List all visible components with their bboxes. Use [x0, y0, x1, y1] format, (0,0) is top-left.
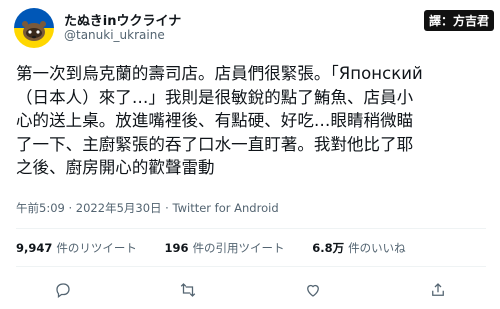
display-name[interactable]: たぬきinウクライナ — [64, 10, 181, 29]
tweet-line: 之後、廚房開心的歡聲雷動 — [16, 158, 215, 177]
tweet-line: 了一下、主廚緊張的吞了口水一直盯著。我對他比了耶 — [16, 134, 414, 154]
retweet-icon — [180, 283, 195, 297]
tweet-date[interactable]: 2022年5月30日 — [76, 201, 162, 215]
avatar[interactable] — [14, 8, 54, 48]
divider — [16, 228, 486, 229]
likes-count: 6.8万 — [312, 241, 345, 255]
tweet-line: 心的送上桌。放進嘴裡後、有點硬、好吃…眼睛稍微瞄 — [16, 111, 414, 130]
meta-separator: · — [68, 201, 73, 215]
tweet-meta: 午前5:09 · 2022年5月30日 · Twitter for Androi… — [16, 200, 279, 216]
tanuki-avatar-icon — [14, 8, 54, 48]
tweet-stats: 9,947 件のリツイート 196 件の引用ツイート 6.8万 件のいいね — [16, 240, 430, 256]
quotes-stat[interactable]: 196 件の引用ツイート — [165, 241, 285, 255]
retweets-count: 9,947 — [16, 241, 53, 255]
share-button[interactable] — [425, 279, 451, 301]
user-handle[interactable]: @tanuki_ukraine — [64, 28, 165, 42]
quotes-label: 件の引用ツイート — [192, 241, 285, 255]
tweet-line: 第一次到烏克蘭的壽司店。店員們很緊張。「Японский — [16, 64, 423, 83]
retweets-label: 件のリツイート — [56, 241, 137, 255]
tweet-line: （日本人）來了…」我則是很敏銳的點了鮪魚、店員小 — [16, 87, 414, 107]
tweet-source[interactable]: Twitter for Android — [172, 201, 278, 215]
retweet-button[interactable] — [175, 279, 201, 301]
retweets-stat[interactable]: 9,947 件のリツイート — [16, 241, 137, 255]
share-icon — [431, 283, 444, 296]
action-bar — [0, 277, 500, 303]
reply-icon — [55, 283, 70, 299]
tweet-time[interactable]: 午前5:09 — [16, 201, 65, 215]
reply-button[interactable] — [50, 279, 76, 301]
like-icon — [306, 284, 319, 297]
tweet-text: 第一次到烏克蘭的壽司店。店員們很緊張。「Японский （日本人）來了…」我則… — [16, 62, 492, 180]
translator-watermark: 譯：方吉君 — [423, 10, 494, 31]
quotes-count: 196 — [164, 241, 189, 255]
divider — [16, 266, 486, 267]
likes-stat[interactable]: 6.8万 件のいいね — [312, 241, 405, 255]
likes-label: 件のいいね — [348, 241, 406, 255]
like-button[interactable] — [300, 279, 326, 301]
meta-separator: · — [165, 201, 169, 215]
